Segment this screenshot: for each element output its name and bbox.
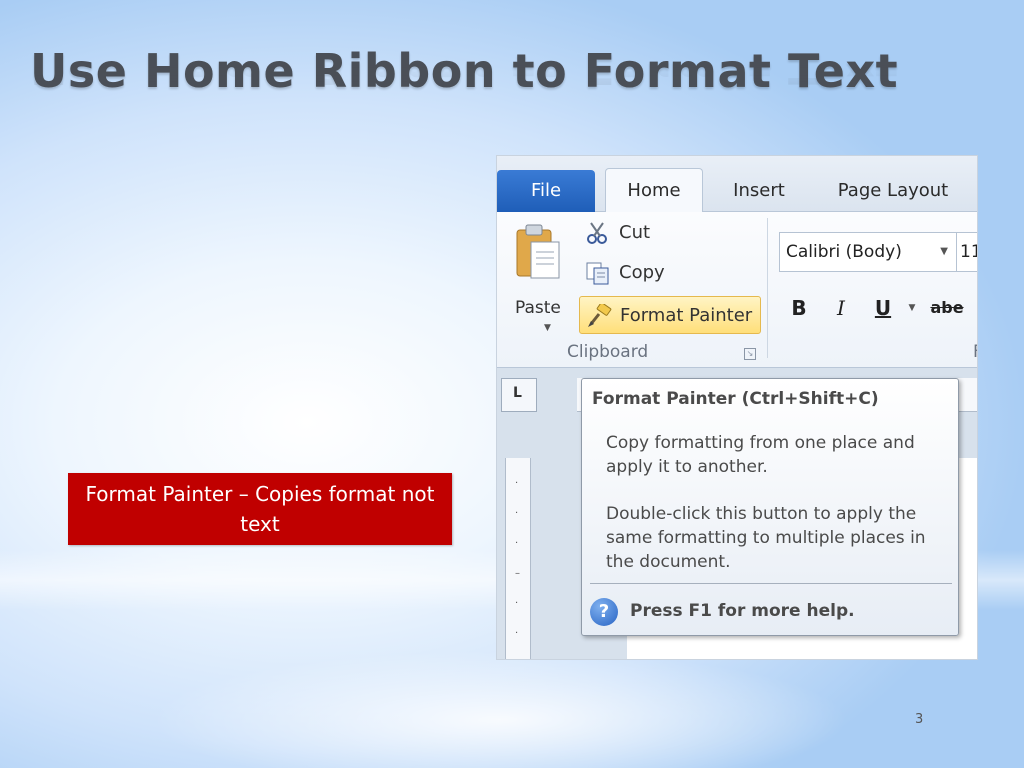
tab-selector[interactable]: L	[501, 378, 537, 412]
underline-button[interactable]: U	[869, 288, 897, 328]
background-glow	[150, 650, 850, 768]
slide-title: Use Home Ribbon to Format Text	[30, 44, 899, 98]
tooltip-title: Format Painter (Ctrl+Shift+C)	[592, 389, 879, 409]
help-icon: ?	[590, 598, 618, 626]
ruler-tick-icon: ·	[515, 598, 519, 609]
font-name-combo[interactable]: Calibri (Body) ▼	[779, 232, 957, 272]
italic-button[interactable]: I	[827, 288, 855, 328]
tab-insert[interactable]: Insert	[719, 170, 799, 212]
underline-dropdown-icon[interactable]: ▼	[905, 288, 919, 328]
tab-page-layout[interactable]: Page Layout	[825, 170, 961, 212]
copy-button[interactable]: Copy	[579, 256, 699, 290]
ruler-tick-icon: –	[515, 568, 520, 579]
chevron-down-icon: ▼	[544, 323, 551, 333]
font-name-value: Calibri (Body)	[786, 242, 902, 262]
copy-icon	[586, 262, 609, 285]
strikethrough-button[interactable]: abe	[927, 288, 967, 328]
paintbrush-icon	[588, 304, 612, 327]
paste-icon	[516, 224, 560, 279]
chevron-down-icon: ▼	[940, 246, 948, 257]
ribbon-tab-bar: File Home Insert Page Layout	[497, 156, 977, 213]
font-size-combo[interactable]: 11	[957, 232, 977, 272]
page-number: 3	[915, 712, 924, 727]
ruler-tick-icon: ·	[515, 508, 519, 519]
bold-button[interactable]: B	[785, 288, 813, 328]
callout-box: Format Painter – Copies format not text	[68, 473, 452, 545]
tab-stop-icon: L	[513, 385, 522, 401]
paste-label: Paste	[515, 298, 561, 318]
format-painter-button[interactable]: Format Painter	[579, 296, 761, 334]
tab-home[interactable]: Home	[605, 168, 703, 213]
clipboard-dialog-launcher-icon[interactable]: ↘	[744, 348, 756, 360]
tooltip-divider	[590, 583, 952, 584]
clipboard-group-label: Clipboard	[567, 342, 649, 362]
ruler-tick-icon: ·	[515, 538, 519, 549]
cut-button[interactable]: Cut	[579, 216, 699, 250]
copy-label: Copy	[619, 262, 665, 283]
tooltip-double-click-hint: Double-click this button to apply the sa…	[606, 504, 926, 572]
tooltip-help-text: Press F1 for more help.	[630, 601, 855, 621]
scissors-icon	[587, 222, 607, 244]
vertical-ruler[interactable]: · · · – · ·	[505, 458, 531, 659]
group-divider	[767, 218, 768, 358]
format-painter-tooltip: Format Painter (Ctrl+Shift+C) Copy forma…	[581, 378, 959, 636]
tooltip-description: Copy formatting from one place and apply…	[606, 433, 915, 477]
font-group-label: F	[973, 342, 977, 362]
home-ribbon: Paste ▼ Cut Copy Format Painter Clipboar…	[497, 212, 977, 368]
ruler-tick-icon: ·	[515, 478, 519, 489]
word-ribbon-screenshot: File Home Insert Page Layout Paste ▼ Cut…	[496, 155, 978, 660]
cut-label: Cut	[619, 222, 651, 243]
tab-file[interactable]: File	[497, 170, 595, 212]
ruler-tick-icon: ·	[515, 628, 519, 639]
paste-button[interactable]: Paste ▼	[507, 222, 569, 333]
format-painter-label: Format Painter	[620, 305, 753, 326]
